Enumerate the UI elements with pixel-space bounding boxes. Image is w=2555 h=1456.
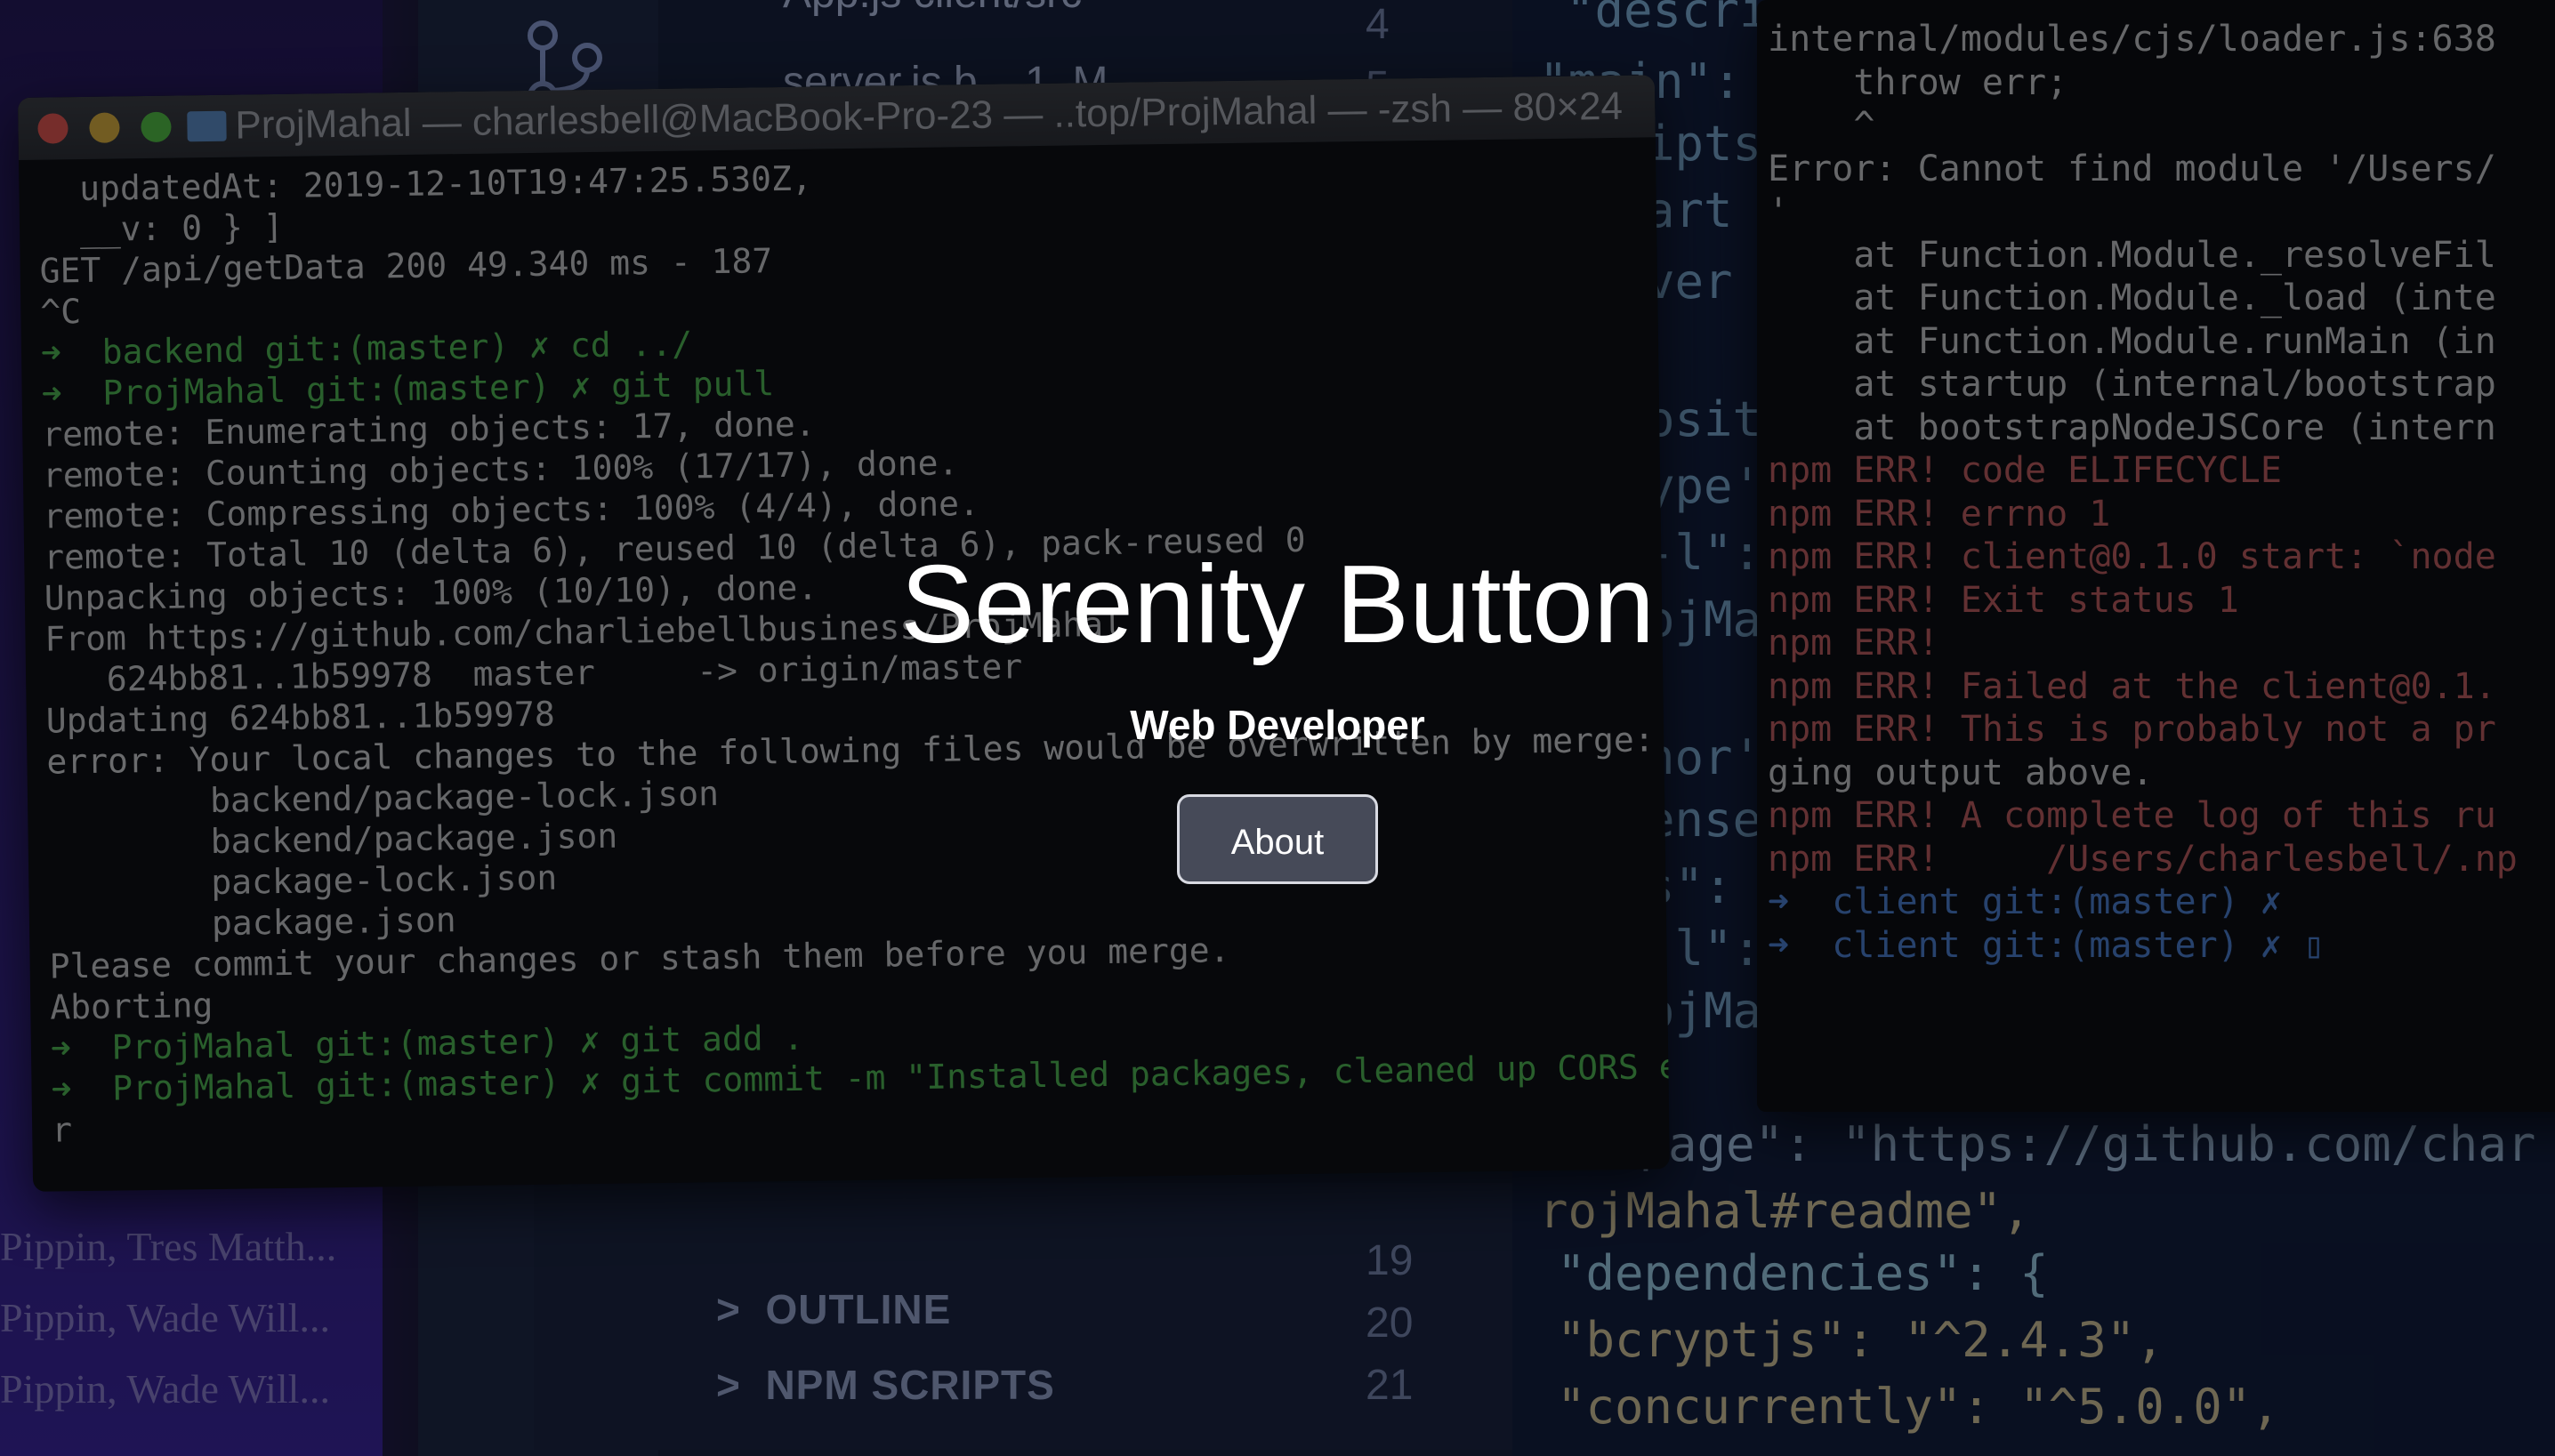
- hero-name: Serenity Button: [900, 543, 1655, 666]
- about-button[interactable]: About: [1177, 794, 1378, 884]
- hero-section: Serenity Button Web Developer About: [0, 529, 2555, 884]
- hero-role: Web Developer: [1130, 702, 1425, 748]
